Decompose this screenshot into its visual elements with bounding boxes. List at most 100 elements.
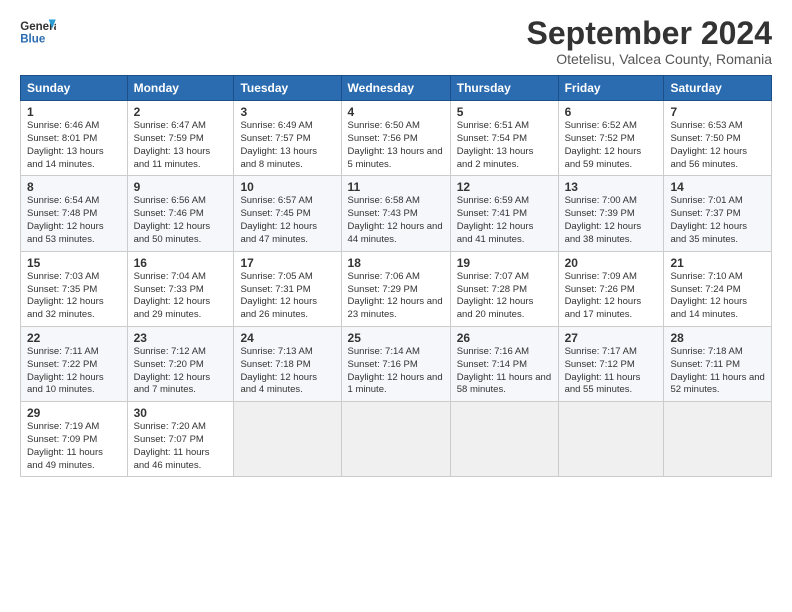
calendar-cell: 6Sunrise: 6:52 AMSunset: 7:52 PMDaylight… (558, 101, 664, 176)
day-number: 13 (565, 180, 658, 194)
calendar-cell: 29Sunrise: 7:19 AMSunset: 7:09 PMDayligh… (21, 402, 128, 477)
day-number: 30 (134, 406, 228, 420)
day-number: 5 (457, 105, 552, 119)
calendar-cell: 20Sunrise: 7:09 AMSunset: 7:26 PMDayligh… (558, 251, 664, 326)
day-info: Sunrise: 6:47 AMSunset: 7:59 PMDaylight:… (134, 120, 228, 171)
calendar-cell: 22Sunrise: 7:11 AMSunset: 7:22 PMDayligh… (21, 326, 128, 401)
calendar-week-5: 29Sunrise: 7:19 AMSunset: 7:09 PMDayligh… (21, 402, 772, 477)
day-number: 16 (134, 256, 228, 270)
day-info: Sunrise: 6:54 AMSunset: 7:48 PMDaylight:… (27, 195, 121, 246)
calendar-week-2: 8Sunrise: 6:54 AMSunset: 7:48 PMDaylight… (21, 176, 772, 251)
day-info: Sunrise: 7:04 AMSunset: 7:33 PMDaylight:… (134, 271, 228, 322)
day-info: Sunrise: 7:07 AMSunset: 7:28 PMDaylight:… (457, 271, 552, 322)
calendar-cell: 14Sunrise: 7:01 AMSunset: 7:37 PMDayligh… (664, 176, 772, 251)
day-info: Sunrise: 7:17 AMSunset: 7:12 PMDaylight:… (565, 346, 658, 397)
day-number: 15 (27, 256, 121, 270)
calendar-header-sunday: Sunday (21, 76, 128, 101)
logo: General Blue (20, 16, 56, 48)
day-info: Sunrise: 6:46 AMSunset: 8:01 PMDaylight:… (27, 120, 121, 171)
day-info: Sunrise: 7:11 AMSunset: 7:22 PMDaylight:… (27, 346, 121, 397)
day-number: 2 (134, 105, 228, 119)
calendar-header-thursday: Thursday (450, 76, 558, 101)
day-number: 3 (240, 105, 334, 119)
day-number: 26 (457, 331, 552, 345)
day-info: Sunrise: 7:13 AMSunset: 7:18 PMDaylight:… (240, 346, 334, 397)
calendar-subtitle: Otetelisu, Valcea County, Romania (527, 51, 772, 67)
calendar-cell: 16Sunrise: 7:04 AMSunset: 7:33 PMDayligh… (127, 251, 234, 326)
calendar-week-4: 22Sunrise: 7:11 AMSunset: 7:22 PMDayligh… (21, 326, 772, 401)
day-number: 19 (457, 256, 552, 270)
day-info: Sunrise: 7:16 AMSunset: 7:14 PMDaylight:… (457, 346, 552, 397)
day-info: Sunrise: 7:03 AMSunset: 7:35 PMDaylight:… (27, 271, 121, 322)
day-info: Sunrise: 7:20 AMSunset: 7:07 PMDaylight:… (134, 421, 228, 472)
calendar-cell: 19Sunrise: 7:07 AMSunset: 7:28 PMDayligh… (450, 251, 558, 326)
calendar-header-saturday: Saturday (664, 76, 772, 101)
day-info: Sunrise: 7:06 AMSunset: 7:29 PMDaylight:… (348, 271, 444, 322)
day-number: 25 (348, 331, 444, 345)
day-info: Sunrise: 7:19 AMSunset: 7:09 PMDaylight:… (27, 421, 121, 472)
day-number: 11 (348, 180, 444, 194)
calendar-cell: 7Sunrise: 6:53 AMSunset: 7:50 PMDaylight… (664, 101, 772, 176)
day-number: 22 (27, 331, 121, 345)
day-number: 27 (565, 331, 658, 345)
title-block: September 2024 Otetelisu, Valcea County,… (527, 16, 772, 67)
calendar-cell: 10Sunrise: 6:57 AMSunset: 7:45 PMDayligh… (234, 176, 341, 251)
calendar-cell: 12Sunrise: 6:59 AMSunset: 7:41 PMDayligh… (450, 176, 558, 251)
calendar-cell: 9Sunrise: 6:56 AMSunset: 7:46 PMDaylight… (127, 176, 234, 251)
day-info: Sunrise: 6:49 AMSunset: 7:57 PMDaylight:… (240, 120, 334, 171)
day-number: 18 (348, 256, 444, 270)
calendar-cell (664, 402, 772, 477)
calendar-cell: 17Sunrise: 7:05 AMSunset: 7:31 PMDayligh… (234, 251, 341, 326)
calendar-cell: 4Sunrise: 6:50 AMSunset: 7:56 PMDaylight… (341, 101, 450, 176)
calendar-cell: 3Sunrise: 6:49 AMSunset: 7:57 PMDaylight… (234, 101, 341, 176)
day-info: Sunrise: 7:05 AMSunset: 7:31 PMDaylight:… (240, 271, 334, 322)
day-info: Sunrise: 6:50 AMSunset: 7:56 PMDaylight:… (348, 120, 444, 171)
calendar-cell: 28Sunrise: 7:18 AMSunset: 7:11 PMDayligh… (664, 326, 772, 401)
day-number: 8 (27, 180, 121, 194)
day-info: Sunrise: 7:01 AMSunset: 7:37 PMDaylight:… (670, 195, 765, 246)
calendar-cell: 8Sunrise: 6:54 AMSunset: 7:48 PMDaylight… (21, 176, 128, 251)
calendar-title: September 2024 (527, 16, 772, 51)
day-info: Sunrise: 7:14 AMSunset: 7:16 PMDaylight:… (348, 346, 444, 397)
day-info: Sunrise: 6:58 AMSunset: 7:43 PMDaylight:… (348, 195, 444, 246)
calendar-cell: 2Sunrise: 6:47 AMSunset: 7:59 PMDaylight… (127, 101, 234, 176)
calendar-cell: 26Sunrise: 7:16 AMSunset: 7:14 PMDayligh… (450, 326, 558, 401)
calendar-cell: 11Sunrise: 6:58 AMSunset: 7:43 PMDayligh… (341, 176, 450, 251)
svg-text:Blue: Blue (20, 34, 46, 46)
day-info: Sunrise: 7:12 AMSunset: 7:20 PMDaylight:… (134, 346, 228, 397)
day-info: Sunrise: 6:53 AMSunset: 7:50 PMDaylight:… (670, 120, 765, 171)
day-number: 7 (670, 105, 765, 119)
calendar-header-friday: Friday (558, 76, 664, 101)
day-info: Sunrise: 7:00 AMSunset: 7:39 PMDaylight:… (565, 195, 658, 246)
calendar-cell (450, 402, 558, 477)
calendar-table: SundayMondayTuesdayWednesdayThursdayFrid… (20, 75, 772, 477)
day-number: 10 (240, 180, 334, 194)
day-info: Sunrise: 6:52 AMSunset: 7:52 PMDaylight:… (565, 120, 658, 171)
day-number: 17 (240, 256, 334, 270)
header: General Blue September 2024 Otetelisu, V… (20, 16, 772, 67)
calendar-header-wednesday: Wednesday (341, 76, 450, 101)
calendar-cell: 13Sunrise: 7:00 AMSunset: 7:39 PMDayligh… (558, 176, 664, 251)
day-info: Sunrise: 6:51 AMSunset: 7:54 PMDaylight:… (457, 120, 552, 171)
calendar-cell: 27Sunrise: 7:17 AMSunset: 7:12 PMDayligh… (558, 326, 664, 401)
calendar-cell: 15Sunrise: 7:03 AMSunset: 7:35 PMDayligh… (21, 251, 128, 326)
calendar-cell (234, 402, 341, 477)
day-info: Sunrise: 6:56 AMSunset: 7:46 PMDaylight:… (134, 195, 228, 246)
day-number: 9 (134, 180, 228, 194)
calendar-week-1: 1Sunrise: 6:46 AMSunset: 8:01 PMDaylight… (21, 101, 772, 176)
calendar-cell: 18Sunrise: 7:06 AMSunset: 7:29 PMDayligh… (341, 251, 450, 326)
day-number: 29 (27, 406, 121, 420)
calendar-week-3: 15Sunrise: 7:03 AMSunset: 7:35 PMDayligh… (21, 251, 772, 326)
page: General Blue September 2024 Otetelisu, V… (0, 0, 792, 612)
day-number: 6 (565, 105, 658, 119)
day-number: 12 (457, 180, 552, 194)
calendar-header-tuesday: Tuesday (234, 76, 341, 101)
day-number: 20 (565, 256, 658, 270)
day-info: Sunrise: 7:18 AMSunset: 7:11 PMDaylight:… (670, 346, 765, 397)
day-number: 1 (27, 105, 121, 119)
logo-icon: General Blue (20, 16, 56, 48)
day-info: Sunrise: 7:10 AMSunset: 7:24 PMDaylight:… (670, 271, 765, 322)
calendar-cell: 21Sunrise: 7:10 AMSunset: 7:24 PMDayligh… (664, 251, 772, 326)
calendar-cell: 25Sunrise: 7:14 AMSunset: 7:16 PMDayligh… (341, 326, 450, 401)
calendar-cell (558, 402, 664, 477)
